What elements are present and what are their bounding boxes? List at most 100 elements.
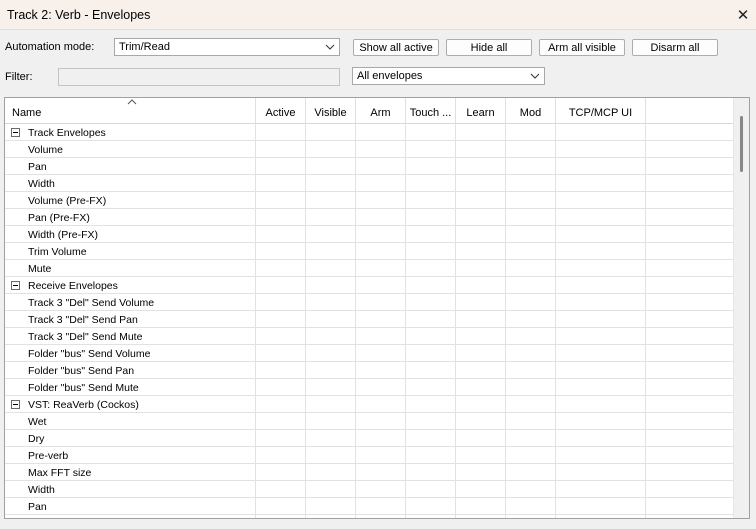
value-cell[interactable] — [356, 362, 406, 379]
value-cell[interactable] — [456, 175, 506, 192]
value-cell[interactable] — [256, 515, 306, 518]
value-cell[interactable] — [456, 260, 506, 277]
value-cell[interactable] — [506, 243, 556, 260]
value-cell[interactable] — [556, 447, 646, 464]
value-cell[interactable] — [306, 192, 356, 209]
column-header-visible[interactable]: Visible — [306, 98, 356, 124]
value-cell[interactable] — [306, 328, 356, 345]
value-cell[interactable] — [506, 379, 556, 396]
value-cell[interactable] — [256, 379, 306, 396]
value-cell[interactable] — [306, 277, 356, 294]
value-cell[interactable] — [256, 396, 306, 413]
table-row[interactable]: Pan (Pre-FX) — [5, 209, 733, 226]
value-cell[interactable] — [506, 498, 556, 515]
value-cell[interactable] — [356, 158, 406, 175]
value-cell[interactable] — [406, 379, 456, 396]
value-cell[interactable] — [506, 209, 556, 226]
table-row[interactable]: Pan — [5, 498, 733, 515]
value-cell[interactable] — [506, 481, 556, 498]
value-cell[interactable] — [556, 328, 646, 345]
value-cell[interactable] — [406, 498, 456, 515]
group-row[interactable]: Receive Envelopes — [5, 277, 733, 294]
value-cell[interactable] — [406, 413, 456, 430]
value-cell[interactable] — [556, 141, 646, 158]
table-row[interactable]: Trim Volume — [5, 243, 733, 260]
table-row[interactable]: Volume (Pre-FX) — [5, 192, 733, 209]
value-cell[interactable] — [456, 328, 506, 345]
value-cell[interactable] — [256, 481, 306, 498]
value-cell[interactable] — [356, 192, 406, 209]
table-row[interactable]: Max FFT size — [5, 464, 733, 481]
value-cell[interactable] — [256, 498, 306, 515]
value-cell[interactable] — [456, 430, 506, 447]
value-cell[interactable] — [356, 413, 406, 430]
value-cell[interactable] — [306, 362, 356, 379]
value-cell[interactable] — [306, 413, 356, 430]
value-cell[interactable] — [406, 158, 456, 175]
table-row[interactable]: Width — [5, 175, 733, 192]
value-cell[interactable] — [506, 175, 556, 192]
column-header-learn[interactable]: Learn — [456, 98, 506, 124]
value-cell[interactable] — [306, 464, 356, 481]
column-header-tcp-mcp-ui[interactable]: TCP/MCP UI — [556, 98, 646, 124]
value-cell[interactable] — [406, 430, 456, 447]
collapse-icon[interactable] — [11, 281, 20, 290]
value-cell[interactable] — [406, 294, 456, 311]
value-cell[interactable] — [406, 226, 456, 243]
value-cell[interactable] — [556, 311, 646, 328]
value-cell[interactable] — [456, 294, 506, 311]
value-cell[interactable] — [506, 430, 556, 447]
value-cell[interactable] — [256, 124, 306, 141]
value-cell[interactable] — [256, 158, 306, 175]
value-cell[interactable] — [356, 175, 406, 192]
value-cell[interactable] — [556, 175, 646, 192]
value-cell[interactable] — [456, 311, 506, 328]
filter-input[interactable] — [58, 68, 340, 86]
value-cell[interactable] — [506, 362, 556, 379]
value-cell[interactable] — [306, 209, 356, 226]
value-cell[interactable] — [306, 294, 356, 311]
value-cell[interactable] — [556, 379, 646, 396]
column-header-touch[interactable]: Touch ... — [406, 98, 456, 124]
value-cell[interactable] — [456, 243, 506, 260]
value-cell[interactable] — [406, 175, 456, 192]
value-cell[interactable] — [356, 124, 406, 141]
value-cell[interactable] — [456, 447, 506, 464]
value-cell[interactable] — [256, 141, 306, 158]
value-cell[interactable] — [356, 226, 406, 243]
table-row[interactable]: Pan Law — [5, 515, 733, 518]
close-icon[interactable]: ✕ — [730, 0, 756, 30]
column-header-active[interactable]: Active — [256, 98, 306, 124]
value-cell[interactable] — [256, 345, 306, 362]
value-cell[interactable] — [306, 430, 356, 447]
hide-all-button[interactable]: Hide all — [446, 39, 532, 56]
value-cell[interactable] — [356, 328, 406, 345]
value-cell[interactable] — [406, 124, 456, 141]
scrollbar-thumb[interactable] — [740, 116, 743, 172]
value-cell[interactable] — [556, 396, 646, 413]
value-cell[interactable] — [256, 362, 306, 379]
value-cell[interactable] — [256, 260, 306, 277]
table-row[interactable]: Dry — [5, 430, 733, 447]
value-cell[interactable] — [306, 124, 356, 141]
value-cell[interactable] — [406, 328, 456, 345]
value-cell[interactable] — [556, 515, 646, 518]
value-cell[interactable] — [556, 464, 646, 481]
table-row[interactable]: Pan — [5, 158, 733, 175]
value-cell[interactable] — [306, 379, 356, 396]
table-row[interactable]: Pre-verb — [5, 447, 733, 464]
value-cell[interactable] — [356, 396, 406, 413]
table-row[interactable]: Folder "bus" Send Volume — [5, 345, 733, 362]
column-header-mod[interactable]: Mod — [506, 98, 556, 124]
value-cell[interactable] — [456, 141, 506, 158]
value-cell[interactable] — [306, 226, 356, 243]
value-cell[interactable] — [506, 158, 556, 175]
show-all-active-button[interactable]: Show all active — [353, 39, 439, 56]
table-row[interactable]: Width — [5, 481, 733, 498]
value-cell[interactable] — [306, 175, 356, 192]
value-cell[interactable] — [506, 141, 556, 158]
value-cell[interactable] — [556, 209, 646, 226]
value-cell[interactable] — [356, 498, 406, 515]
value-cell[interactable] — [256, 413, 306, 430]
envelope-list[interactable]: Name Active Visible Arm Touch ... Learn … — [4, 97, 750, 519]
